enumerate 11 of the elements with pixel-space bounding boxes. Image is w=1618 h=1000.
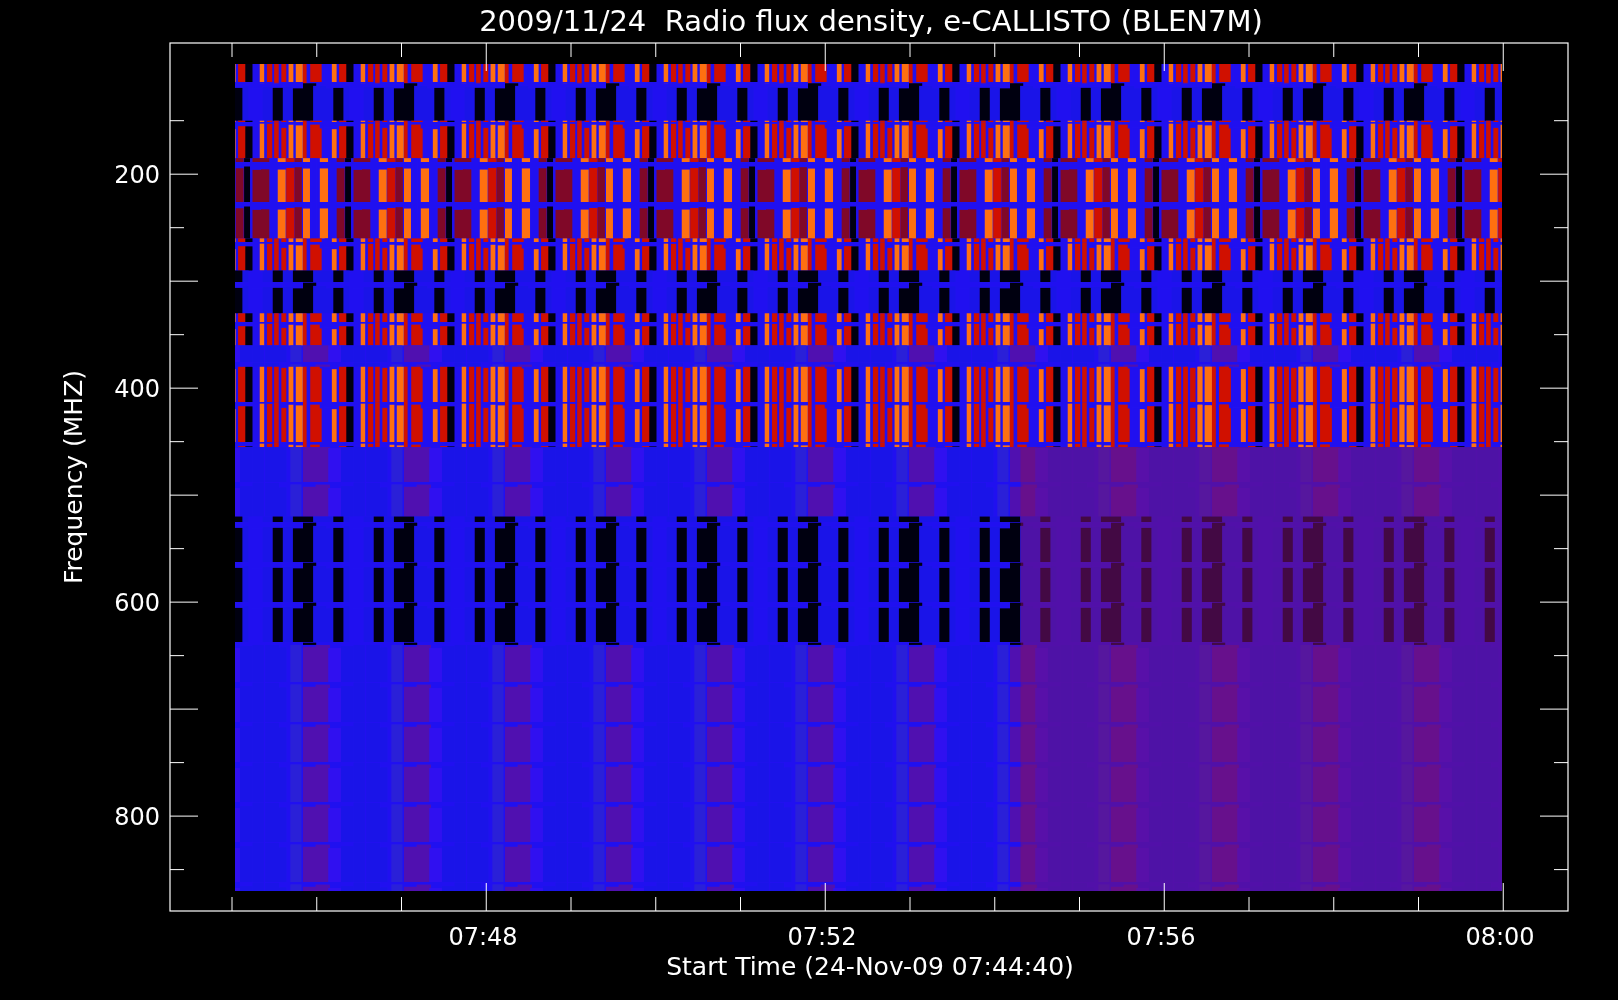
x-axis-label: Start Time (24-Nov-09 07:44:40) [666,952,1074,981]
chart-title: 2009/11/24 Radio flux density, e-CALLISTO (BLEN7M) [479,3,1263,40]
y-tick-label: 800 [114,803,160,832]
x-tick-label: 07:48 [448,923,518,951]
x-tick-label: 07:56 [1126,923,1196,951]
y-tick-label: 200 [114,161,160,190]
y-axis-label: Frequency (MHZ) [59,369,88,585]
y-tick-label: 600 [114,589,160,618]
x-tick-label: 08:00 [1465,923,1535,951]
y-tick-label: 400 [114,375,160,404]
x-tick-label: 07:52 [787,923,857,951]
